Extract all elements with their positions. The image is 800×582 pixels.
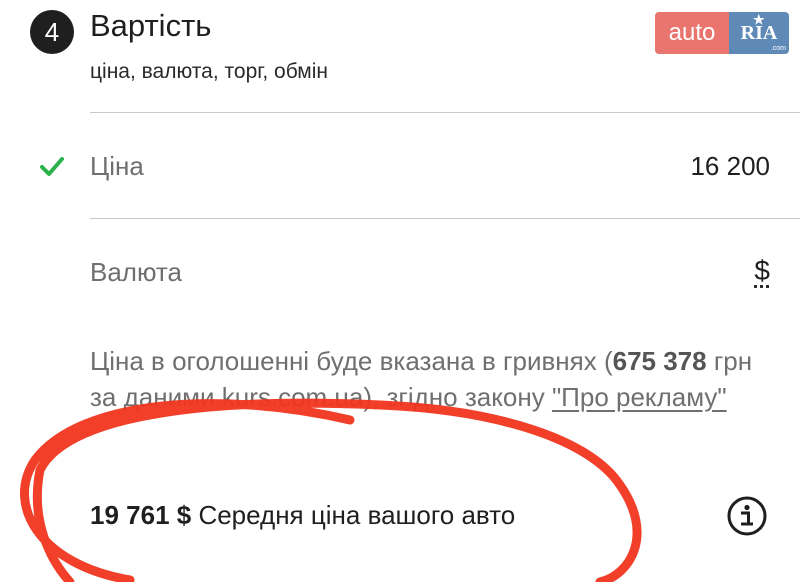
step-number-badge: 4 <box>30 10 74 54</box>
logo-auto-text: auto <box>655 12 729 54</box>
divider <box>90 218 800 219</box>
notice-text-before: Ціна в оголошенні буде вказана в гривнях… <box>90 346 613 376</box>
advertising-law-link[interactable]: "Про рекламу" <box>552 382 727 412</box>
price-label: Ціна <box>90 151 144 181</box>
logo-ria-block: ★ RIA .com <box>729 12 789 54</box>
star-icon: ★ <box>753 12 765 27</box>
red-circle-annotation <box>20 398 642 582</box>
logo-domain-suffix: .com <box>770 45 786 52</box>
average-price-amount: 19 761 $ <box>90 500 192 530</box>
autoria-logo: auto ★ RIA .com <box>655 12 789 54</box>
info-icon[interactable] <box>726 495 768 537</box>
divider <box>90 112 800 113</box>
price-value-field[interactable]: 16 200 <box>690 151 770 182</box>
section-subtitle: ціна, валюта, торг, обмін <box>90 60 328 83</box>
currency-label: Валюта <box>90 257 182 287</box>
price-section: 4 Вартість ціна, валюта, торг, обмін aut… <box>0 0 800 582</box>
average-price: 19 761 $ Середня ціна вашого авто <box>90 500 515 531</box>
check-icon <box>40 157 64 176</box>
notice-uah-amount: 675 378 <box>612 346 707 376</box>
average-price-label: Середня ціна вашого авто <box>191 500 516 530</box>
currency-select[interactable]: $ <box>754 255 770 287</box>
section-title: Вартість <box>90 8 212 43</box>
uah-conversion-notice: Ціна в оголошенні буде вказана в гривнях… <box>90 343 770 415</box>
